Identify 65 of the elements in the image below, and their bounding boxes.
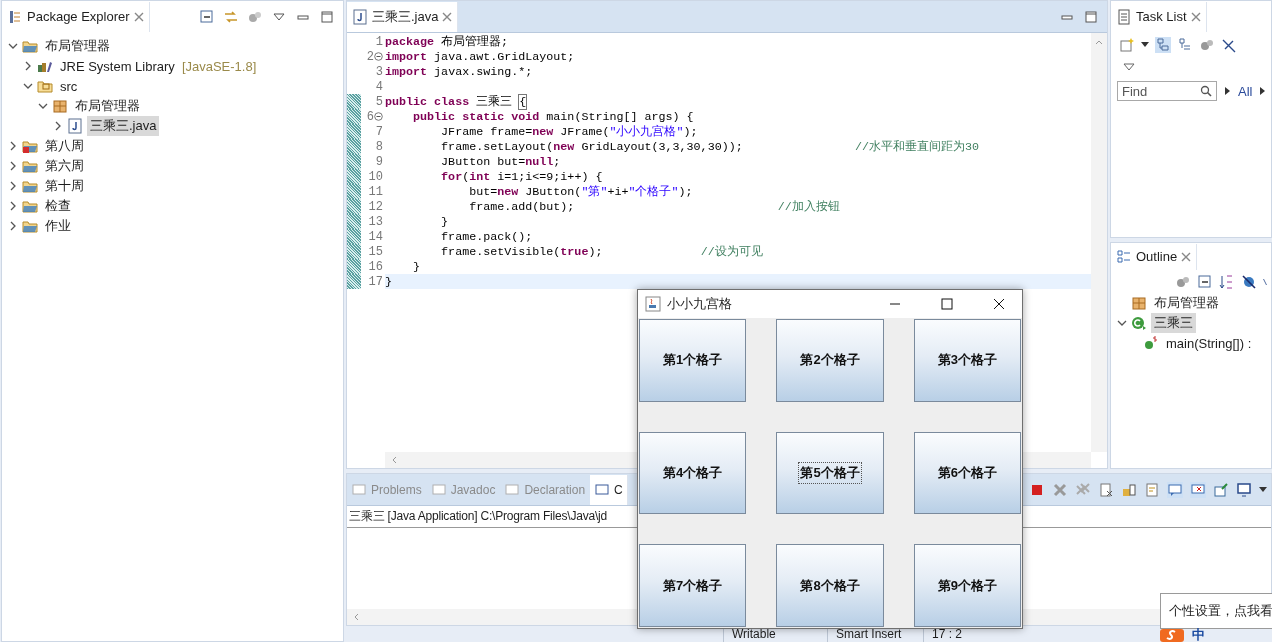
line-number: 9 xyxy=(375,154,383,169)
line-number: 8 xyxy=(375,139,383,154)
line-number: 11 xyxy=(368,184,383,199)
line-number: 17 xyxy=(368,274,383,289)
window-title: 小小九宫格 xyxy=(667,295,732,313)
grid-button[interactable]: 第6个格子 xyxy=(913,431,1021,515)
line-number: 4 xyxy=(375,79,383,94)
tree-item-decoration: [JavaSE-1.8] xyxy=(181,58,257,74)
grid-button[interactable]: 第8个格子 xyxy=(776,544,884,627)
line-number: 5 xyxy=(375,94,383,109)
code-line: frame.setLayout(new GridLayout(3,3,30,30)); //水平和垂直间距为30 xyxy=(440,140,979,154)
tree-item[interactable]: 布局管理器 xyxy=(1151,293,1222,313)
code-line: public static void main(String[] args) { xyxy=(412,110,694,124)
panel-tab[interactable]: C xyxy=(614,482,623,497)
line-number: 14 xyxy=(368,229,383,244)
code-line: package 布局管理器; xyxy=(385,35,509,49)
line-number: 13 xyxy=(368,214,383,229)
code-line: JFrame frame=new JFrame("小小九宫格"); xyxy=(440,125,698,139)
tree-item[interactable]: 三乘三 xyxy=(1151,313,1196,333)
line-number: 3 xyxy=(375,64,383,79)
code-line: } xyxy=(412,260,421,274)
grid-button[interactable]: 第1个格子 xyxy=(639,319,747,402)
code-line: import javax.swing.*; xyxy=(385,65,533,79)
panel-title[interactable]: Task List xyxy=(1136,9,1187,24)
grid-button[interactable]: 第7个格子 xyxy=(639,544,747,627)
tree-item[interactable]: 第八周 xyxy=(42,136,87,156)
grid-button[interactable]: 第3个格子 xyxy=(913,319,1021,402)
tree-item[interactable]: 布局管理器 xyxy=(72,96,143,116)
code-line: but=new JButton("第"+i+"个格子"); xyxy=(468,185,693,199)
code-line: frame.pack(); xyxy=(440,230,533,244)
panel-title[interactable]: Outline xyxy=(1136,249,1178,264)
tree-item[interactable]: 检查 xyxy=(42,196,74,216)
tree-item[interactable]: 第六周 xyxy=(42,156,87,176)
line-number: 1 xyxy=(375,34,383,49)
tree-item[interactable]: main(String[]) : xyxy=(1163,334,1255,352)
grid-button[interactable]: 第4个格子 xyxy=(639,431,747,515)
tree-item[interactable]: 布局管理器 xyxy=(42,36,113,56)
code-line: for(int i=1;i<=9;i++) { xyxy=(440,170,603,184)
grid-button[interactable]: 第5个格子 xyxy=(776,431,884,515)
line-number: 15 xyxy=(368,244,383,259)
code-line: frame.setVisible(true); //设为可见 xyxy=(440,245,763,259)
code-line: JButton but=null; xyxy=(440,155,561,169)
ime-indicator[interactable]: 中 xyxy=(1192,627,1205,642)
panel-title[interactable]: Package Explorer xyxy=(27,9,130,24)
tree-item[interactable]: 三乘三.java xyxy=(87,116,160,136)
line-number: 16 xyxy=(368,259,383,274)
all-link[interactable]: All xyxy=(1238,83,1253,99)
line-number: 12 xyxy=(368,199,383,214)
find-field[interactable]: Find xyxy=(1117,81,1217,101)
code-line: } xyxy=(385,275,392,289)
tree-item[interactable]: JRE System Library xyxy=(57,57,178,75)
grid-button[interactable]: 第2个格子 xyxy=(776,319,884,402)
tree-item[interactable]: src xyxy=(57,77,81,95)
code-line: } xyxy=(440,215,449,229)
line-number: 6 xyxy=(366,109,374,124)
tooltip: 个性设置，点我看 xyxy=(1160,593,1272,629)
tree-item[interactable]: 第十周 xyxy=(42,176,87,196)
code-line: frame.add(but); //加入按钮 xyxy=(468,200,840,214)
tree-item[interactable]: 作业 xyxy=(42,216,74,236)
line-number: 7 xyxy=(375,124,383,139)
line-number: 2 xyxy=(366,49,374,64)
code-line: public class 三乘三 { xyxy=(385,95,527,109)
grid-button[interactable]: 第9个格子 xyxy=(913,544,1021,627)
code-line: import java.awt.GridLayout; xyxy=(385,50,575,64)
line-number: 10 xyxy=(368,169,383,184)
